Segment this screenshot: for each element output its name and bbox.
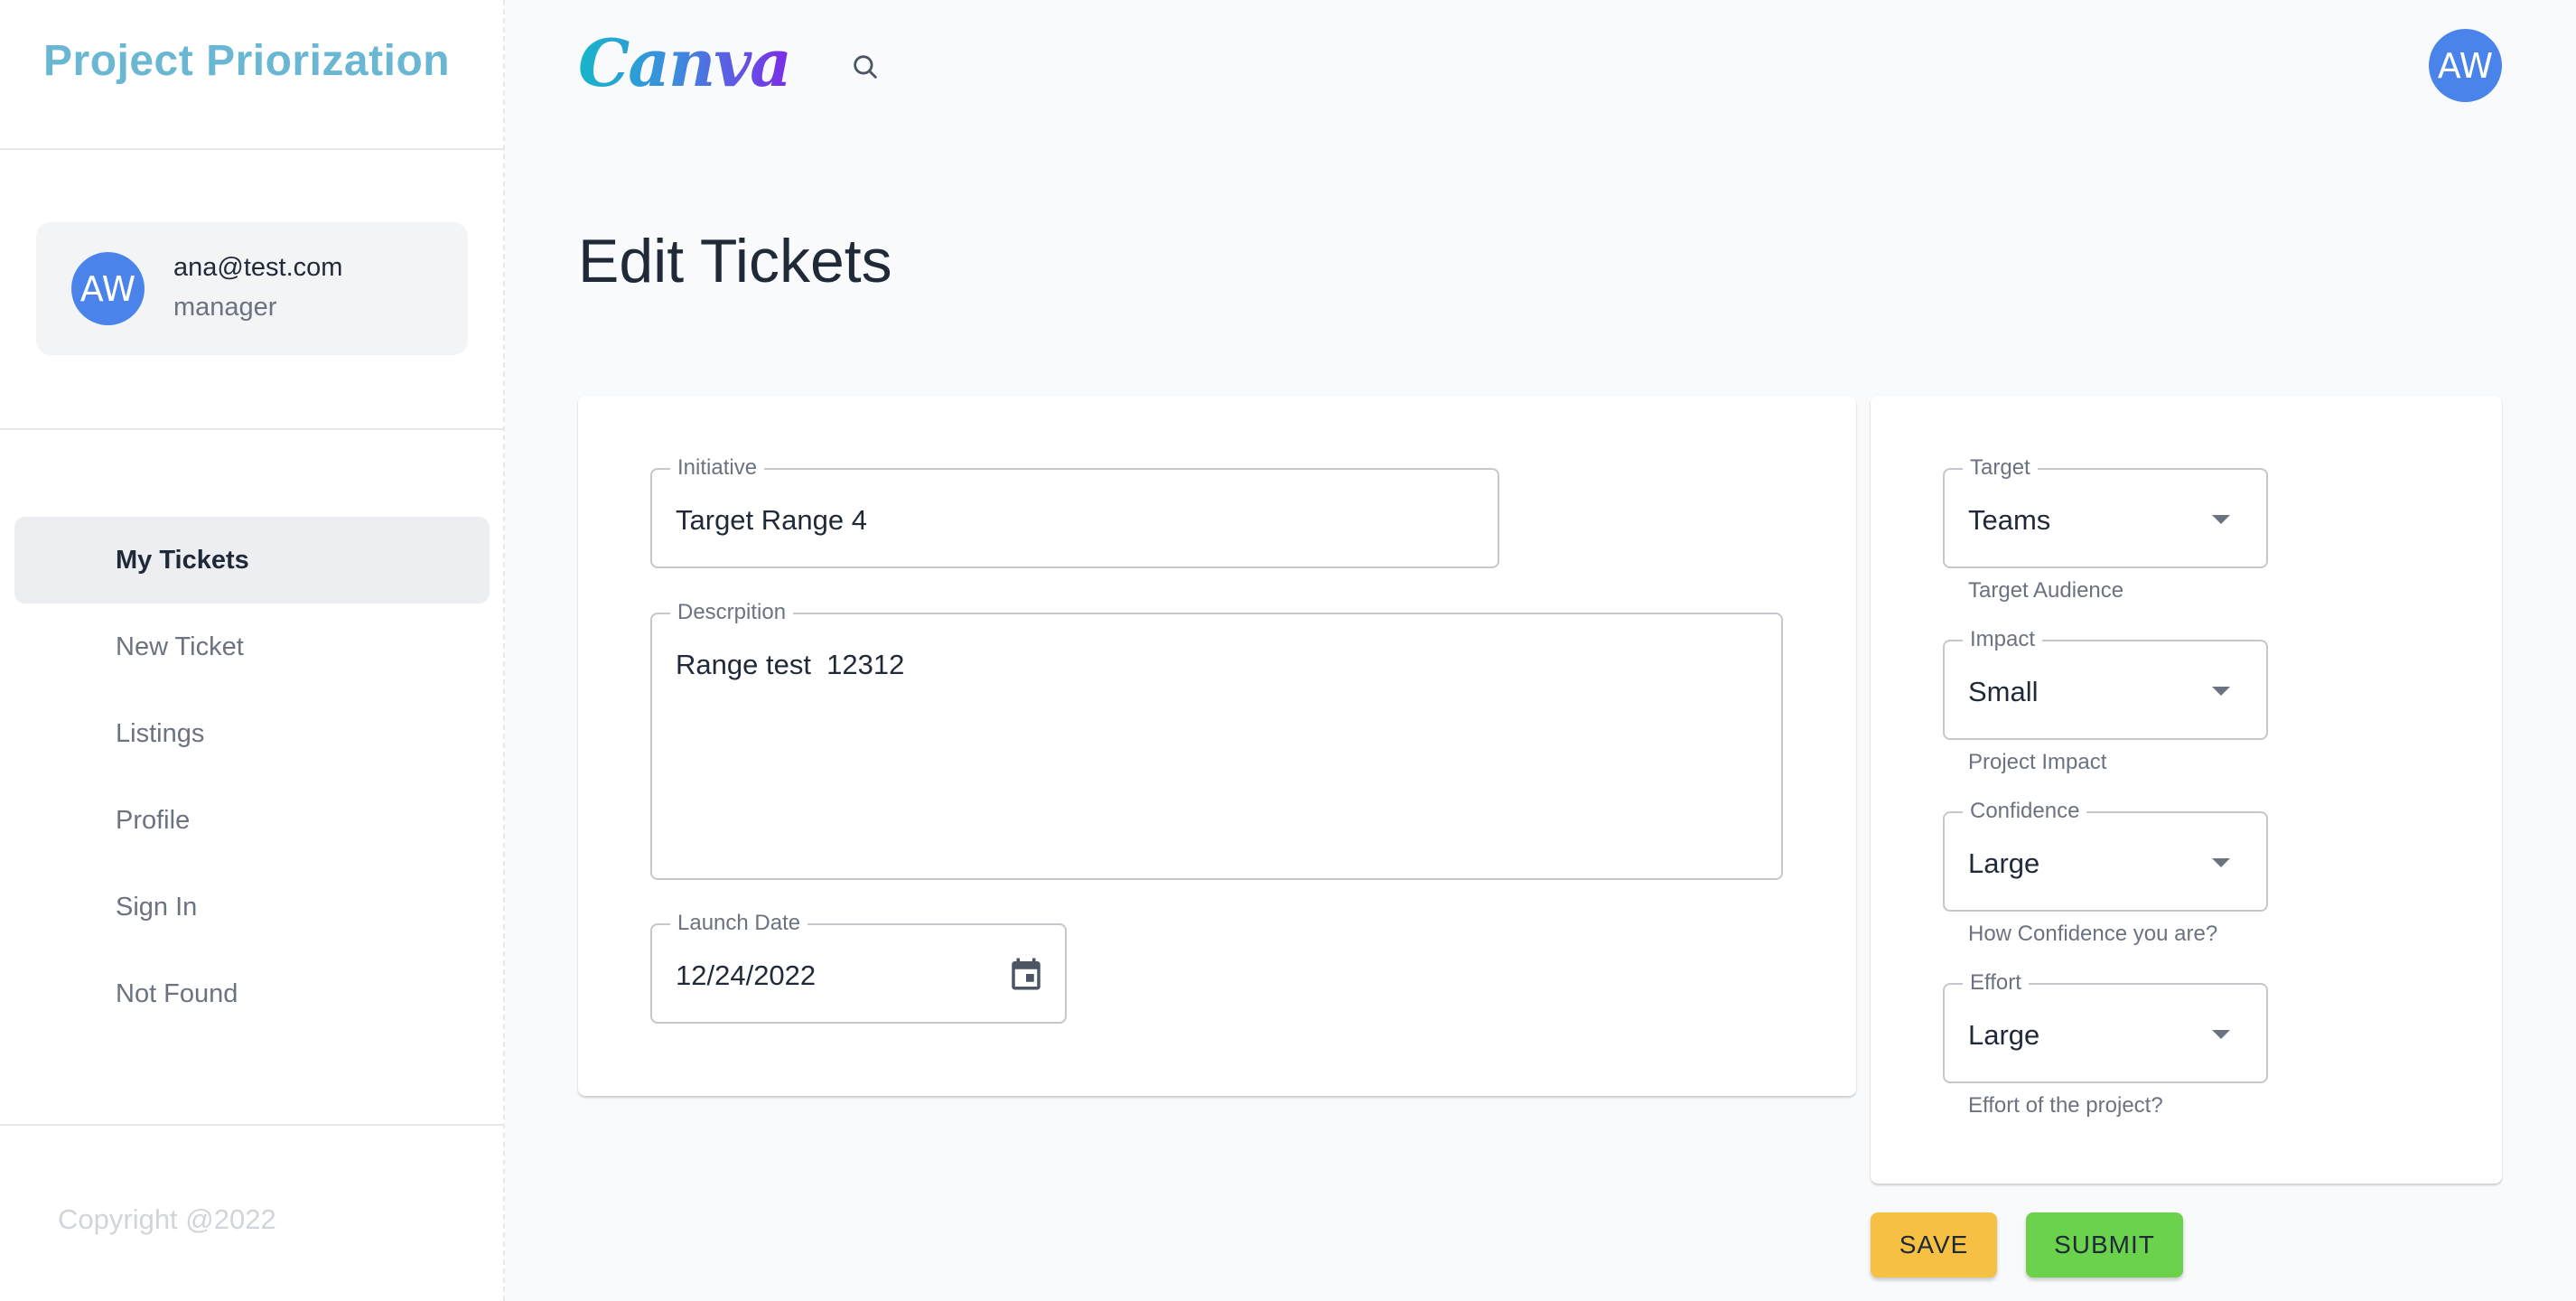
- sidebar-item-not-found[interactable]: Not Found: [14, 950, 490, 1037]
- priority-card: Target Teams Target Audience Impact Smal…: [1871, 396, 2502, 1184]
- launch-date-label: Launch Date: [670, 910, 808, 937]
- description-value: Range test 12312: [676, 649, 905, 680]
- launch-date-value: 12/24/2022: [676, 959, 817, 991]
- effort-helper: Effort of the project?: [1968, 1093, 2163, 1118]
- user-email: ana@test.com: [173, 253, 343, 282]
- confidence-select[interactable]: Confidence Large: [1943, 798, 2268, 912]
- impact-helper: Project Impact: [1968, 750, 2107, 774]
- ticket-form-card: Initiative Target Range 4 Descrpition Ra…: [578, 396, 1856, 1096]
- description-label: Descrpition: [670, 599, 794, 626]
- search-button[interactable]: [845, 47, 885, 87]
- target-value: Teams: [1968, 504, 2051, 536]
- chevron-down-icon: [2212, 1030, 2230, 1039]
- initiative-value: Target Range 4: [676, 504, 867, 536]
- search-icon: [854, 55, 877, 79]
- target-select[interactable]: Target Teams: [1943, 454, 2268, 568]
- sidebar: Project Priorization AW ana@test.com man…: [0, 0, 505, 1301]
- confidence-value: Large: [1968, 847, 2040, 879]
- chevron-down-icon: [2212, 687, 2230, 696]
- divider: [0, 148, 503, 150]
- target-helper: Target Audience: [1968, 578, 2124, 603]
- description-field[interactable]: Descrpition Range test 12312: [650, 599, 1783, 880]
- canva-logo[interactable]: Canva: [578, 31, 792, 96]
- sidebar-item-sign-in[interactable]: Sign In: [14, 864, 490, 950]
- initiative-field[interactable]: Initiative Target Range 4: [650, 454, 1499, 568]
- sidebar-item-profile[interactable]: Profile: [14, 777, 490, 864]
- account-avatar[interactable]: AW: [2429, 29, 2502, 102]
- chevron-down-icon: [2212, 515, 2230, 524]
- page-title: Edit Tickets: [578, 227, 892, 295]
- effort-select[interactable]: Effort Large: [1943, 969, 2268, 1083]
- divider: [0, 1124, 503, 1126]
- target-label: Target: [1963, 454, 2038, 482]
- avatar: AW: [71, 252, 145, 325]
- confidence-helper: How Confidence you are?: [1968, 922, 2218, 946]
- sidebar-item-listings[interactable]: Listings: [14, 690, 490, 777]
- submit-button[interactable]: SUBMIT: [2026, 1212, 2183, 1278]
- user-card: AW ana@test.com manager: [36, 222, 468, 355]
- launch-date-field[interactable]: Launch Date 12/24/2022: [650, 910, 1067, 1024]
- impact-value: Small: [1968, 676, 2039, 707]
- sidebar-item-new-ticket[interactable]: New Ticket: [14, 604, 490, 690]
- effort-label: Effort: [1963, 969, 2029, 997]
- save-button[interactable]: SAVE: [1871, 1212, 1997, 1278]
- chevron-down-icon: [2212, 858, 2230, 867]
- copyright: Copyright @2022: [58, 1203, 276, 1235]
- initiative-label: Initiative: [670, 454, 765, 482]
- impact-label: Impact: [1963, 626, 2043, 653]
- app-brand[interactable]: Project Priorization: [43, 36, 450, 86]
- impact-select[interactable]: Impact Small: [1943, 626, 2268, 740]
- effort-value: Large: [1968, 1019, 2040, 1051]
- confidence-label: Confidence: [1963, 798, 2087, 825]
- sidebar-item-my-tickets[interactable]: My Tickets: [14, 517, 490, 604]
- user-role: manager: [173, 293, 277, 322]
- divider: [0, 428, 503, 430]
- calendar-icon[interactable]: [1007, 954, 1045, 998]
